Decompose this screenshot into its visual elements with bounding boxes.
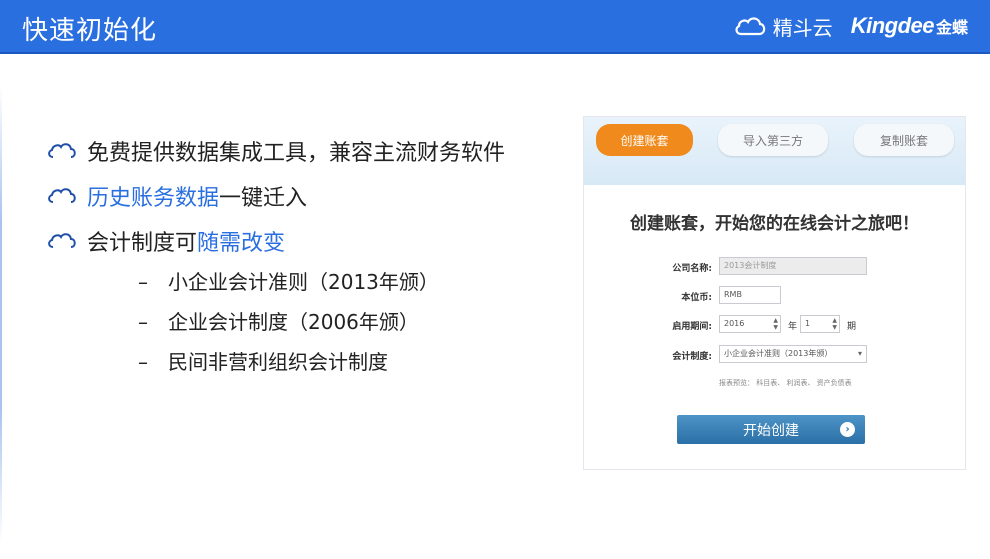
cloud-outline-icon (48, 143, 76, 158)
bullet-text: 一键迁入 (219, 186, 308, 211)
brand-wordmark: Kingdee (850, 13, 935, 38)
header-bar: 快速初始化 精斗云 Kingdee 金蝶 (0, 0, 990, 54)
report-preview-note: 报表预览： 科目表、 利润表、 资产负债表 (719, 379, 852, 387)
cloud-logo-icon (735, 17, 765, 36)
cloud-outline-icon (48, 188, 76, 203)
company-name-label: 公司名称: (672, 264, 712, 274)
accounting-system-select[interactable]: 小企业会计准则（2013年颁） ▾ (719, 345, 867, 363)
sub-item-dash: – (138, 310, 148, 334)
currency-input[interactable]: RMB (719, 286, 781, 304)
sub-item-dash: – (138, 350, 148, 374)
page-title: 快速初始化 (22, 16, 158, 46)
bullet-text: 会计制度可 (87, 231, 198, 256)
tab-bar: 创建账套 导入第三方 复制账套 (584, 117, 965, 185)
stepper-arrows-icon[interactable]: ▲ ▼ (773, 317, 778, 331)
sub-item: – 企业会计制度（2006年颁） (138, 306, 419, 335)
start-create-button[interactable]: 开始创建 › (677, 415, 865, 444)
period-value: 1 (805, 319, 811, 328)
cloud-outline-icon (48, 233, 76, 248)
brand-product-name: 精斗云 (772, 15, 833, 40)
sub-item-text: 民间非营利组织会计制度 (168, 350, 388, 374)
company-name-input[interactable]: 2013会计制度 (719, 257, 867, 275)
sub-item-text: 小企业会计准则（2013年颁） (168, 270, 439, 294)
left-accent-line (0, 85, 2, 545)
app-screenshot: 创建账套 导入第三方 复制账套 创建账套，开始您的在线会计之旅吧！ 公司名称: … (583, 116, 966, 470)
chevron-down-icon: ▾ (857, 349, 862, 358)
sub-item: – 小企业会计准则（2013年颁） (138, 266, 439, 295)
period-stepper[interactable]: 1 ▲ ▼ (800, 315, 840, 333)
bullet-highlight-text: 历史账务数据 (87, 186, 220, 211)
year-stepper[interactable]: 2016 ▲ ▼ (719, 315, 781, 333)
stepper-arrows-icon[interactable]: ▲ ▼ (832, 317, 837, 331)
start-create-label: 开始创建 (743, 422, 799, 439)
currency-label: 本位币: (681, 293, 712, 303)
bullet-highlight-text: 随需改变 (197, 231, 286, 256)
bullet-text: 免费提供数据集成工具，兼容主流财务软件 (87, 141, 506, 166)
year-value: 2016 (724, 319, 745, 328)
accounting-system-value: 小企业会计准则（2013年颁） (724, 349, 833, 358)
brand-wordmark-cn: 金蝶 (935, 18, 968, 37)
start-period-label: 启用期间: (672, 322, 712, 332)
tab-import-third-party[interactable]: 导入第三方 (718, 124, 828, 156)
sub-item-dash: – (138, 270, 148, 294)
accounting-system-label: 会计制度: (672, 352, 712, 362)
tab-copy-account-set[interactable]: 复制账套 (854, 124, 954, 156)
bullet-item: 会计制度可 随需改变 (47, 225, 285, 257)
bullet-item: 历史账务数据 一键迁入 (47, 180, 307, 212)
sub-item: – 民间非营利组织会计制度 (138, 346, 388, 375)
tab-create-account-set[interactable]: 创建账套 (596, 124, 693, 156)
period-unit: 期 (847, 322, 857, 332)
form-title: 创建账套，开始您的在线会计之旅吧！ (630, 214, 919, 234)
arrow-right-circle-icon: › (840, 422, 855, 437)
year-unit: 年 (788, 322, 798, 332)
brand-logo: 精斗云 Kingdee 金蝶 (733, 11, 968, 41)
sub-item-text: 企业会计制度（2006年颁） (168, 310, 419, 334)
bullet-item: 免费提供数据集成工具，兼容主流财务软件 (47, 135, 505, 167)
